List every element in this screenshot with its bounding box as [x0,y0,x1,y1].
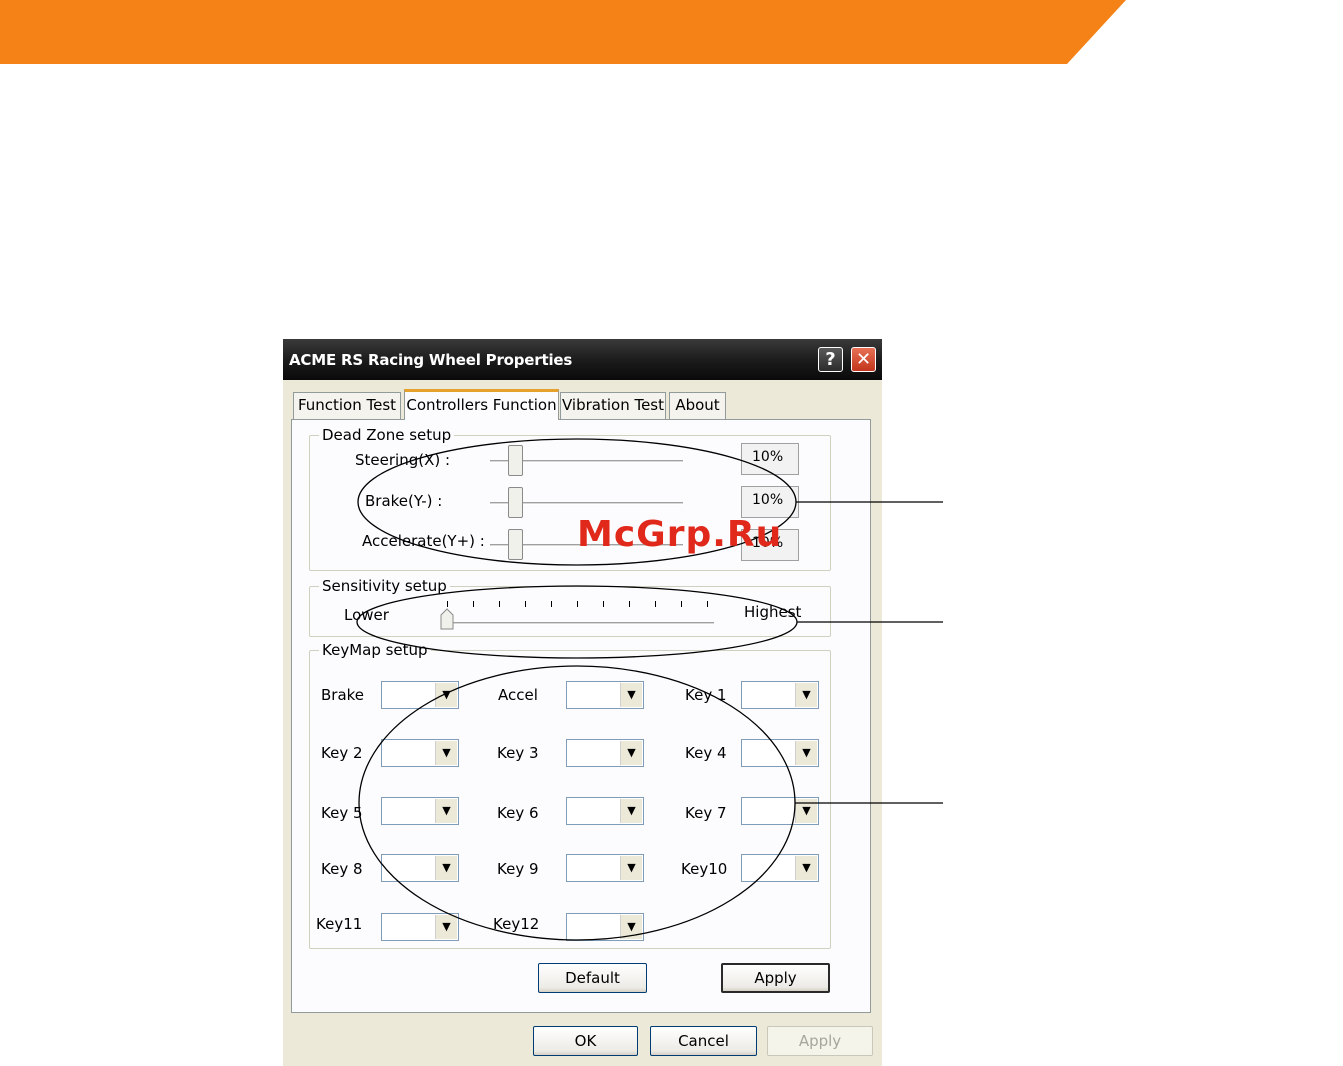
keymap-select-key11[interactable]: ▼ [381,913,459,941]
brake-slider[interactable] [508,487,523,518]
sensitivity-tick [473,601,474,607]
keymap-select-key5[interactable]: ▼ [381,797,459,825]
keymap-select-key2[interactable]: ▼ [381,739,459,767]
accelerate-slider[interactable] [508,529,523,560]
tab-vibration-test[interactable]: Vibration Test [560,392,666,419]
chevron-down-icon: ▼ [435,856,457,880]
chevron-down-icon: ▼ [435,741,457,765]
keymap-select-brake[interactable]: ▼ [381,681,459,709]
dialog-apply-button: Apply [767,1026,873,1056]
keymap-select-key9[interactable]: ▼ [566,854,644,882]
sensitivity-tick [681,601,682,607]
steering-label: Steering(X) : [355,451,451,469]
keymap-select-key10[interactable]: ▼ [741,854,819,882]
window-title: ACME RS Racing Wheel Properties [289,351,573,369]
steering-slider[interactable] [508,445,523,476]
chevron-down-icon: ▼ [795,856,817,880]
chevron-down-icon: ▼ [620,856,642,880]
keymap-select-key3[interactable]: ▼ [566,739,644,767]
sensitivity-tick [655,601,656,607]
cancel-button[interactable]: Cancel [650,1026,757,1056]
chevron-down-icon: ▼ [795,799,817,823]
keymap-select-accel[interactable]: ▼ [566,681,644,709]
keymap-title: KeyMap setup [319,641,431,659]
sensitivity-group: Sensitivity setup Lower Highest [309,577,831,637]
sensitivity-tick [629,601,630,607]
keymap-label-key11: Key11 [316,915,363,933]
title-bar[interactable]: ACME RS Racing Wheel Properties ? ✕ [283,339,882,380]
brake-label: Brake(Y-) : [365,492,443,510]
ok-button[interactable]: OK [533,1026,638,1056]
panel-apply-button[interactable]: Apply [721,963,830,993]
sensitivity-title: Sensitivity setup [319,577,450,595]
sensitivity-tick [499,601,500,607]
keymap-select-key7[interactable]: ▼ [741,797,819,825]
dead-zone-title: Dead Zone setup [319,426,455,444]
sensitivity-slider[interactable] [440,608,454,630]
sensitivity-lower-label: Lower [344,606,389,624]
tab-controllers-function[interactable]: Controllers Function [404,389,559,420]
keymap-label-brake: Brake [321,686,365,704]
keymap-label-key7: Key 7 [685,804,727,822]
close-icon: ✕ [855,349,872,370]
keymap-label-key3: Key 3 [497,744,539,762]
keymap-select-key12[interactable]: ▼ [566,913,644,941]
keymap-label-key5: Key 5 [321,804,363,822]
chevron-down-icon: ▼ [435,915,457,939]
tab-function-test[interactable]: Function Test [293,392,401,419]
header-banner [0,0,1126,64]
chevron-down-icon: ▼ [620,799,642,823]
steering-value: 10% [741,443,799,475]
chevron-down-icon: ▼ [620,683,642,707]
sensitivity-tick [447,601,448,607]
keymap-label-accel: Accel [498,686,538,704]
help-icon: ? [825,349,836,370]
properties-dialog: ACME RS Racing Wheel Properties ? ✕ Func… [283,339,882,1066]
tab-about[interactable]: About [669,392,726,419]
keymap-label-key9: Key 9 [497,860,539,878]
keymap-group: KeyMap setup Brake ▼ Accel ▼ Key 1 ▼ Key… [309,641,831,949]
sensitivity-tick [603,601,604,607]
keymap-label-key1: Key 1 [685,686,727,704]
keymap-select-key6[interactable]: ▼ [566,797,644,825]
keymap-label-key4: Key 4 [685,744,727,762]
keymap-select-key8[interactable]: ▼ [381,854,459,882]
sensitivity-tick [525,601,526,607]
sensitivity-tick [577,601,578,607]
close-button[interactable]: ✕ [851,347,876,372]
chevron-down-icon: ▼ [435,683,457,707]
keymap-label-key2: Key 2 [321,744,363,762]
sensitivity-track [448,622,714,625]
sensitivity-highest-label: Highest [744,603,802,621]
tab-panel: Dead Zone setup Steering(X) : 10% Brake(… [291,419,871,1013]
keymap-label-key12: Key12 [493,915,540,933]
chevron-down-icon: ▼ [620,915,642,939]
chevron-down-icon: ▼ [795,741,817,765]
sensitivity-tick [707,601,708,607]
accelerate-label: Accelerate(Y+) : [362,532,485,550]
default-button[interactable]: Default [538,963,647,993]
sensitivity-tick [551,601,552,607]
keymap-label-key8: Key 8 [321,860,363,878]
keymap-label-key10: Key10 [681,860,728,878]
keymap-select-key1[interactable]: ▼ [741,681,819,709]
keymap-select-key4[interactable]: ▼ [741,739,819,767]
keymap-label-key6: Key 6 [497,804,539,822]
watermark-text: McGrp.Ru [577,514,783,555]
chevron-down-icon: ▼ [795,683,817,707]
help-button[interactable]: ? [818,347,843,372]
chevron-down-icon: ▼ [620,741,642,765]
chevron-down-icon: ▼ [435,799,457,823]
